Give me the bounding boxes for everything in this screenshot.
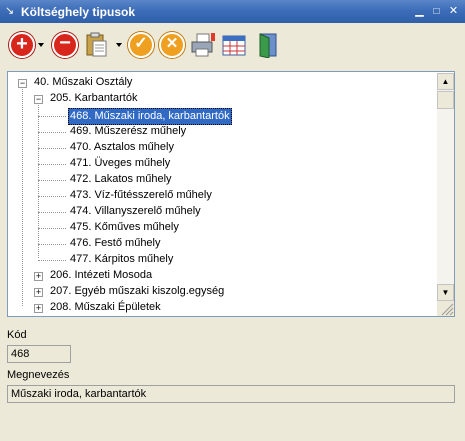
scroll-down-icon[interactable]: ▼ <box>437 284 454 301</box>
vertical-scrollbar[interactable]: ▲ ▼ <box>437 73 454 301</box>
minimize-icon[interactable]: ▁ <box>413 5 426 18</box>
close-icon[interactable]: ✕ <box>447 5 460 18</box>
megnevezes-label: Megnevezés <box>7 369 70 381</box>
scroll-up-icon[interactable]: ▲ <box>437 73 454 90</box>
expand-icon[interactable]: + <box>34 288 43 297</box>
tree-connector <box>38 164 66 165</box>
resize-grip-icon[interactable] <box>437 301 454 316</box>
add-icon[interactable]: + <box>9 32 35 58</box>
tree-connector <box>38 212 66 213</box>
maximize-icon[interactable]: □ <box>430 5 443 18</box>
tree-connector <box>38 116 66 117</box>
tree-connector <box>38 196 66 197</box>
tree-connector <box>38 132 66 133</box>
scroll-thumb[interactable] <box>437 91 454 109</box>
tree-node-206[interactable]: 206. Intézeti Mosoda <box>50 268 152 283</box>
tree-connector <box>38 180 66 181</box>
tree-node-469[interactable]: 469. Műszerész műhely <box>70 124 186 139</box>
print-icon[interactable] <box>190 32 216 58</box>
kod-label: Kód <box>7 329 27 341</box>
expand-icon[interactable]: + <box>34 304 43 313</box>
cost-center-tree[interactable]: − 40. Műszaki Osztály − 205. Karbantartó… <box>7 71 455 317</box>
tree-connector <box>38 228 66 229</box>
tree-node-473[interactable]: 473. Víz-fűtésszerelő műhely <box>70 188 212 203</box>
tree-connector <box>38 260 66 261</box>
expand-icon[interactable]: + <box>34 272 43 281</box>
tree-node-475[interactable]: 475. Kőműves műhely <box>70 220 179 235</box>
collapse-icon[interactable]: − <box>34 95 43 104</box>
tree-node-472[interactable]: 472. Lakatos műhely <box>70 172 172 187</box>
confirm-icon[interactable]: ✓ <box>128 32 154 58</box>
exit-icon[interactable] <box>256 32 282 59</box>
tree-node-207[interactable]: 207. Egyéb műszaki kiszolg.egység <box>50 284 224 299</box>
kod-field[interactable]: 468 <box>7 345 71 363</box>
tree-node-468-selected[interactable]: 468. Műszaki iroda, karbantartók <box>68 108 232 125</box>
tree-connector <box>38 244 66 245</box>
tree-node-476[interactable]: 476. Festő műhely <box>70 236 161 251</box>
toolbar: + − ✓ ✕ <box>0 23 465 67</box>
tree-node-208[interactable]: 208. Műszaki Épületek <box>50 300 161 315</box>
tree-node-205[interactable]: 205. Karbantartók <box>50 91 137 106</box>
tree-node-471[interactable]: 471. Üveges műhely <box>70 156 170 171</box>
tree-node-470[interactable]: 470. Asztalos műhely <box>70 140 174 155</box>
table-icon[interactable] <box>221 32 247 58</box>
window-menu-icon[interactable]: ↘ <box>5 6 15 17</box>
paste-icon[interactable] <box>85 32 111 58</box>
tree-node-477[interactable]: 477. Kárpitos műhely <box>70 252 173 267</box>
title-bar: ↘ Költséghely tipusok ▁ □ ✕ <box>0 0 465 23</box>
tree-connector <box>38 148 66 149</box>
tree-node-474[interactable]: 474. Villanyszerelő műhely <box>70 204 201 219</box>
cancel-icon[interactable]: ✕ <box>159 32 185 58</box>
remove-icon[interactable]: − <box>52 32 78 58</box>
window-title: Költséghely tipusok <box>21 5 136 19</box>
tree-node-40[interactable]: 40. Műszaki Osztály <box>34 75 132 90</box>
tree-connector <box>22 86 23 306</box>
add-dropdown-arrow[interactable] <box>38 43 44 47</box>
collapse-icon[interactable]: − <box>18 79 27 88</box>
megnevezes-field[interactable]: Műszaki iroda, karbantartók <box>7 385 455 403</box>
paste-dropdown-arrow[interactable] <box>116 43 122 47</box>
